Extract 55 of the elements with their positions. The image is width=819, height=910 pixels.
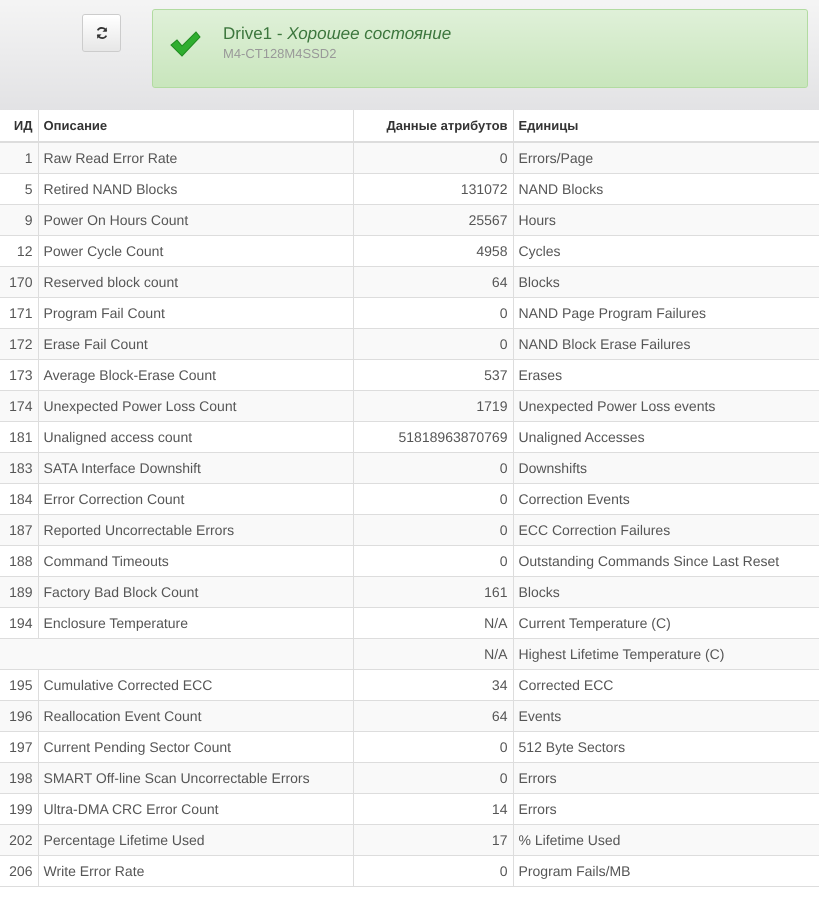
table-cell: 196 bbox=[0, 700, 38, 731]
table-cell: Program Fails/MB bbox=[513, 855, 819, 886]
table-cell: 17 bbox=[353, 824, 513, 855]
table-cell: Unexpected Power Loss events bbox=[513, 390, 819, 421]
table-cell: Reported Uncorrectable Errors bbox=[38, 514, 353, 545]
table-cell: % Lifetime Used bbox=[513, 824, 819, 855]
table-cell: 0 bbox=[353, 142, 513, 173]
table-cell: 170 bbox=[0, 266, 38, 297]
table-cell: 187 bbox=[0, 514, 38, 545]
table-cell: Events bbox=[513, 700, 819, 731]
table-cell: 0 bbox=[353, 762, 513, 793]
table-cell: SMART Off-line Scan Uncorrectable Errors bbox=[38, 762, 353, 793]
table-cell: Raw Read Error Rate bbox=[38, 142, 353, 173]
table-cell: Percentage Lifetime Used bbox=[38, 824, 353, 855]
table-cell: 64 bbox=[353, 266, 513, 297]
checkmark-icon bbox=[169, 30, 201, 58]
refresh-button[interactable] bbox=[82, 14, 121, 52]
table-cell: Errors/Page bbox=[513, 142, 819, 173]
table-cell: Write Error Rate bbox=[38, 855, 353, 886]
table-cell: SATA Interface Downshift bbox=[38, 452, 353, 483]
table-cell: Blocks bbox=[513, 266, 819, 297]
table-cell: Reallocation Event Count bbox=[38, 700, 353, 731]
table-cell: Factory Bad Block Count bbox=[38, 576, 353, 607]
drive-status-title: Drive1 - Хорошее состояние bbox=[223, 24, 452, 44]
table-cell: Blocks bbox=[513, 576, 819, 607]
table-cell: Erase Fail Count bbox=[38, 328, 353, 359]
table-cell: Unexpected Power Loss Count bbox=[38, 390, 353, 421]
table-cell: ECC Correction Failures bbox=[513, 514, 819, 545]
table-cell: Hours bbox=[513, 204, 819, 235]
table-cell: 0 bbox=[353, 855, 513, 886]
table-cell: Power On Hours Count bbox=[38, 204, 353, 235]
table-cell: 174 bbox=[0, 390, 38, 421]
table-cell: 1719 bbox=[353, 390, 513, 421]
table-cell: 1 bbox=[0, 142, 38, 173]
table-cell: 9 bbox=[0, 204, 38, 235]
table-cell: 172 bbox=[0, 328, 38, 359]
table-cell: Reserved block count bbox=[38, 266, 353, 297]
table-cell: 25567 bbox=[353, 204, 513, 235]
table-cell: 183 bbox=[0, 452, 38, 483]
table-cell: Downshifts bbox=[513, 452, 819, 483]
table-cell: 198 bbox=[0, 762, 38, 793]
table-cell: 206 bbox=[0, 855, 38, 886]
table-cell: 0 bbox=[353, 452, 513, 483]
table-cell: 189 bbox=[0, 576, 38, 607]
table-cell: 202 bbox=[0, 824, 38, 855]
refresh-icon bbox=[94, 26, 108, 40]
table-cell: 161 bbox=[353, 576, 513, 607]
table-cell: 0 bbox=[353, 514, 513, 545]
table-cell: 0 bbox=[353, 328, 513, 359]
table-cell: 64 bbox=[353, 700, 513, 731]
table-cell: Errors bbox=[513, 762, 819, 793]
table-cell: NAND Block Erase Failures bbox=[513, 328, 819, 359]
table-cell: N/A bbox=[353, 638, 513, 669]
table-cell: Highest Lifetime Temperature (C) bbox=[513, 638, 819, 669]
drive-model: M4-CT128M4SSD2 bbox=[223, 46, 338, 61]
